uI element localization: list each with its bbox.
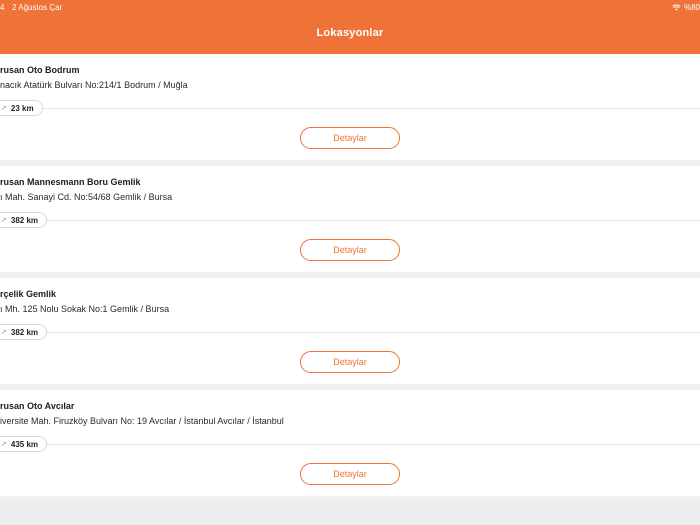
location-name: rusan Oto Bodrum [0,65,80,75]
divider [40,220,700,221]
distance-value: 435 km [10,439,39,449]
location-card: rçelik Gemlik ı Mh. 125 Nolu Sokak No:1 … [0,278,700,390]
divider [40,108,700,109]
list-footer [0,510,700,525]
distance-badge: ➚ 382 km [0,212,48,228]
wifi-icon [672,4,681,11]
divider [40,332,700,333]
location-name: rçelik Gemlik [0,289,57,299]
location-pin-icon: ➚ [1,105,7,112]
page-title: Lokasyonlar [316,27,384,39]
navigation-bar: 4 2 Ağustos Çar %80 Lokasyonlar [0,0,700,54]
location-pin-icon: ➚ [1,441,7,448]
status-date: 2 Ağustos Çar [12,3,63,12]
details-button[interactable]: Detaylar [300,463,400,485]
location-card: rusan Oto Bodrum nacık Atatürk Bulvarı N… [0,54,700,166]
status-time: 4 [0,3,5,12]
location-name: rusan Mannesmann Boru Gemlik [0,177,141,187]
details-button[interactable]: Detaylar [300,351,400,373]
location-address: ı Mh. 125 Nolu Sokak No:1 Gemlik / Bursa [0,304,170,314]
details-button[interactable]: Detaylar [300,127,400,149]
status-bar: 4 2 Ağustos Çar %80 [0,3,700,15]
location-pin-icon: ➚ [1,329,7,336]
location-pin-icon: ➚ [1,217,7,224]
distance-value: 382 km [10,327,39,337]
location-card: rusan Oto Avcılar iversite Mah. Firuzköy… [0,390,700,502]
distance-badge: ➚ 382 km [0,324,48,340]
location-name: rusan Oto Avcılar [0,401,75,411]
distance-badge: ➚ 435 km [0,436,48,452]
status-right: %80 [672,3,700,12]
distance-value: 23 km [10,103,34,113]
distance-value: 382 km [10,215,39,225]
locations-list: rusan Oto Bodrum nacık Atatürk Bulvarı N… [0,54,700,502]
location-address: nacık Atatürk Bulvarı No:214/1 Bodrum / … [0,80,188,90]
location-card: rusan Mannesmann Boru Gemlik ı Mah. Sana… [0,166,700,278]
distance-badge: ➚ 23 km [0,100,43,116]
battery-percentage: %80 [683,3,700,12]
location-address: iversite Mah. Firuzköy Bulvarı No: 19 Av… [0,416,284,426]
details-button[interactable]: Detaylar [300,239,400,261]
divider [40,444,700,445]
location-address: ı Mah. Sanayi Cd. No:54/68 Gemlik / Burs… [0,192,173,202]
